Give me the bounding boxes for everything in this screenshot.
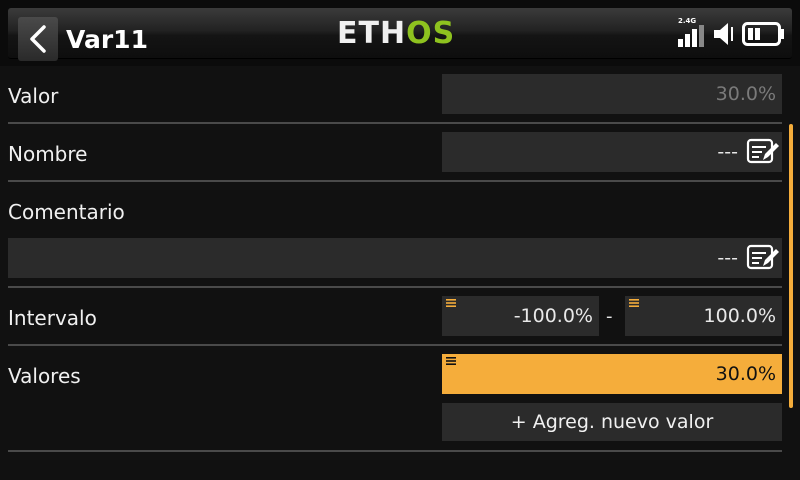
valor-label: Valor	[8, 84, 59, 108]
valores-value-field[interactable]: 30.0%	[442, 354, 782, 394]
divider	[8, 286, 782, 288]
divider	[8, 344, 782, 346]
edit-icon[interactable]	[746, 138, 780, 166]
intervalo-max-field[interactable]: 100.0%	[625, 296, 782, 336]
nombre-value: ---	[717, 141, 738, 163]
menu-lines-icon	[446, 299, 456, 307]
intervalo-min-field[interactable]: -100.0%	[442, 296, 599, 336]
signal-band-label: 2.4G	[678, 17, 697, 25]
add-value-button[interactable]: + Agreg. nuevo valor	[442, 403, 782, 441]
valor-field: 30.0%	[442, 74, 782, 114]
comentario-label: Comentario	[8, 200, 125, 224]
divider	[8, 180, 782, 182]
valores-label: Valores	[8, 364, 81, 388]
comentario-value: ---	[717, 247, 738, 269]
intervalo-max-value: 100.0%	[703, 305, 776, 327]
top-bar: Var11 ETHOS 2.4G	[0, 0, 800, 66]
divider	[8, 450, 782, 452]
edit-icon[interactable]	[746, 244, 780, 272]
range-separator: -	[606, 306, 613, 327]
page-title: Var11	[66, 25, 148, 54]
divider	[8, 122, 782, 124]
speaker-icon	[714, 23, 733, 45]
menu-lines-icon	[629, 299, 639, 307]
valor-value: 30.0%	[715, 83, 776, 105]
signal-strength-icon	[678, 25, 704, 47]
status-icons: 2.4G	[676, 17, 788, 47]
ethos-logo: ETHOS	[337, 16, 456, 51]
comentario-field[interactable]: ---	[8, 238, 782, 278]
nombre-field[interactable]: ---	[442, 132, 782, 172]
valores-value: 30.0%	[715, 363, 776, 385]
intervalo-min-value: -100.0%	[513, 305, 593, 327]
chevron-left-icon	[30, 25, 46, 53]
nombre-label: Nombre	[8, 142, 88, 166]
back-button[interactable]	[18, 17, 58, 61]
intervalo-label: Intervalo	[8, 306, 97, 330]
battery-icon	[742, 22, 784, 46]
scrollbar[interactable]	[789, 124, 793, 408]
menu-lines-icon	[446, 357, 456, 365]
